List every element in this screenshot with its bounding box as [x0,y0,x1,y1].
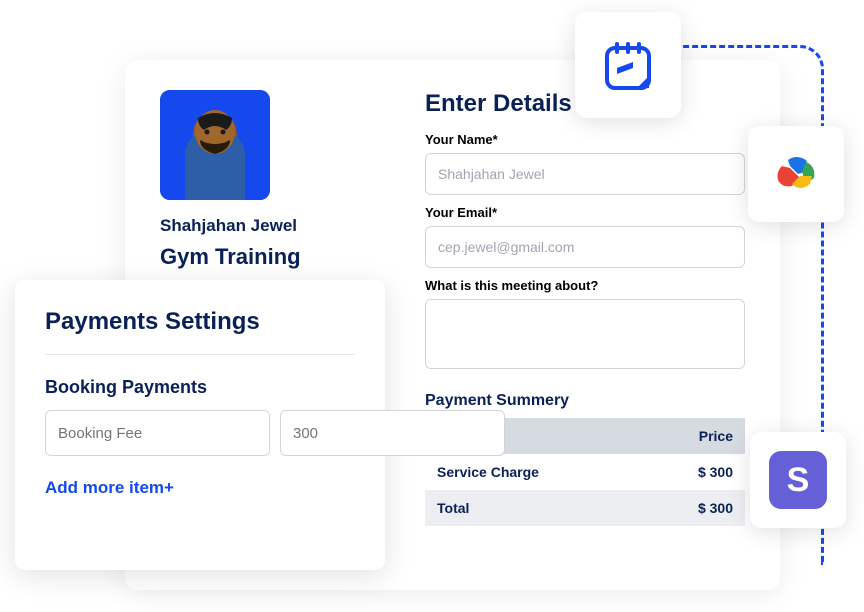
summary-total-row: Total $ 300 [425,490,745,526]
booking-amount-input[interactable] [280,410,505,456]
stripe-icon: S [769,451,827,509]
google-pay-icon-card [748,126,844,222]
service-label: Service Charge [437,464,539,480]
details-form: Enter Details Your Name* Your Email* Wha… [425,90,745,526]
name-input[interactable] [425,153,745,195]
price-header: Price [699,428,733,444]
summary-service-row: Service Charge $ 300 [425,454,745,490]
email-label: Your Email* [425,205,745,220]
email-input[interactable] [425,226,745,268]
booking-fee-row [45,410,355,456]
settings-title: Payments Settings [45,308,355,355]
settings-subtitle: Booking Payments [45,377,355,398]
add-more-item-link[interactable]: Add more item+ [45,478,355,498]
total-amount: $ 300 [698,500,733,516]
google-pay-icon [768,146,824,202]
total-label: Total [437,500,469,516]
note-icon [599,36,657,94]
service-amount: $ 300 [698,464,733,480]
booking-fee-input[interactable] [45,410,270,456]
summary-title: Payment Summery [425,392,745,410]
name-label: Your Name* [425,132,745,147]
note-icon-card [575,12,681,118]
about-label: What is this meeting about? [425,278,745,293]
stripe-icon-card: S [750,432,846,528]
payments-settings-card: Payments Settings Booking Payments Add m… [15,280,385,570]
avatar [160,90,270,200]
about-textarea[interactable] [425,299,745,369]
stripe-letter: S [787,461,810,500]
